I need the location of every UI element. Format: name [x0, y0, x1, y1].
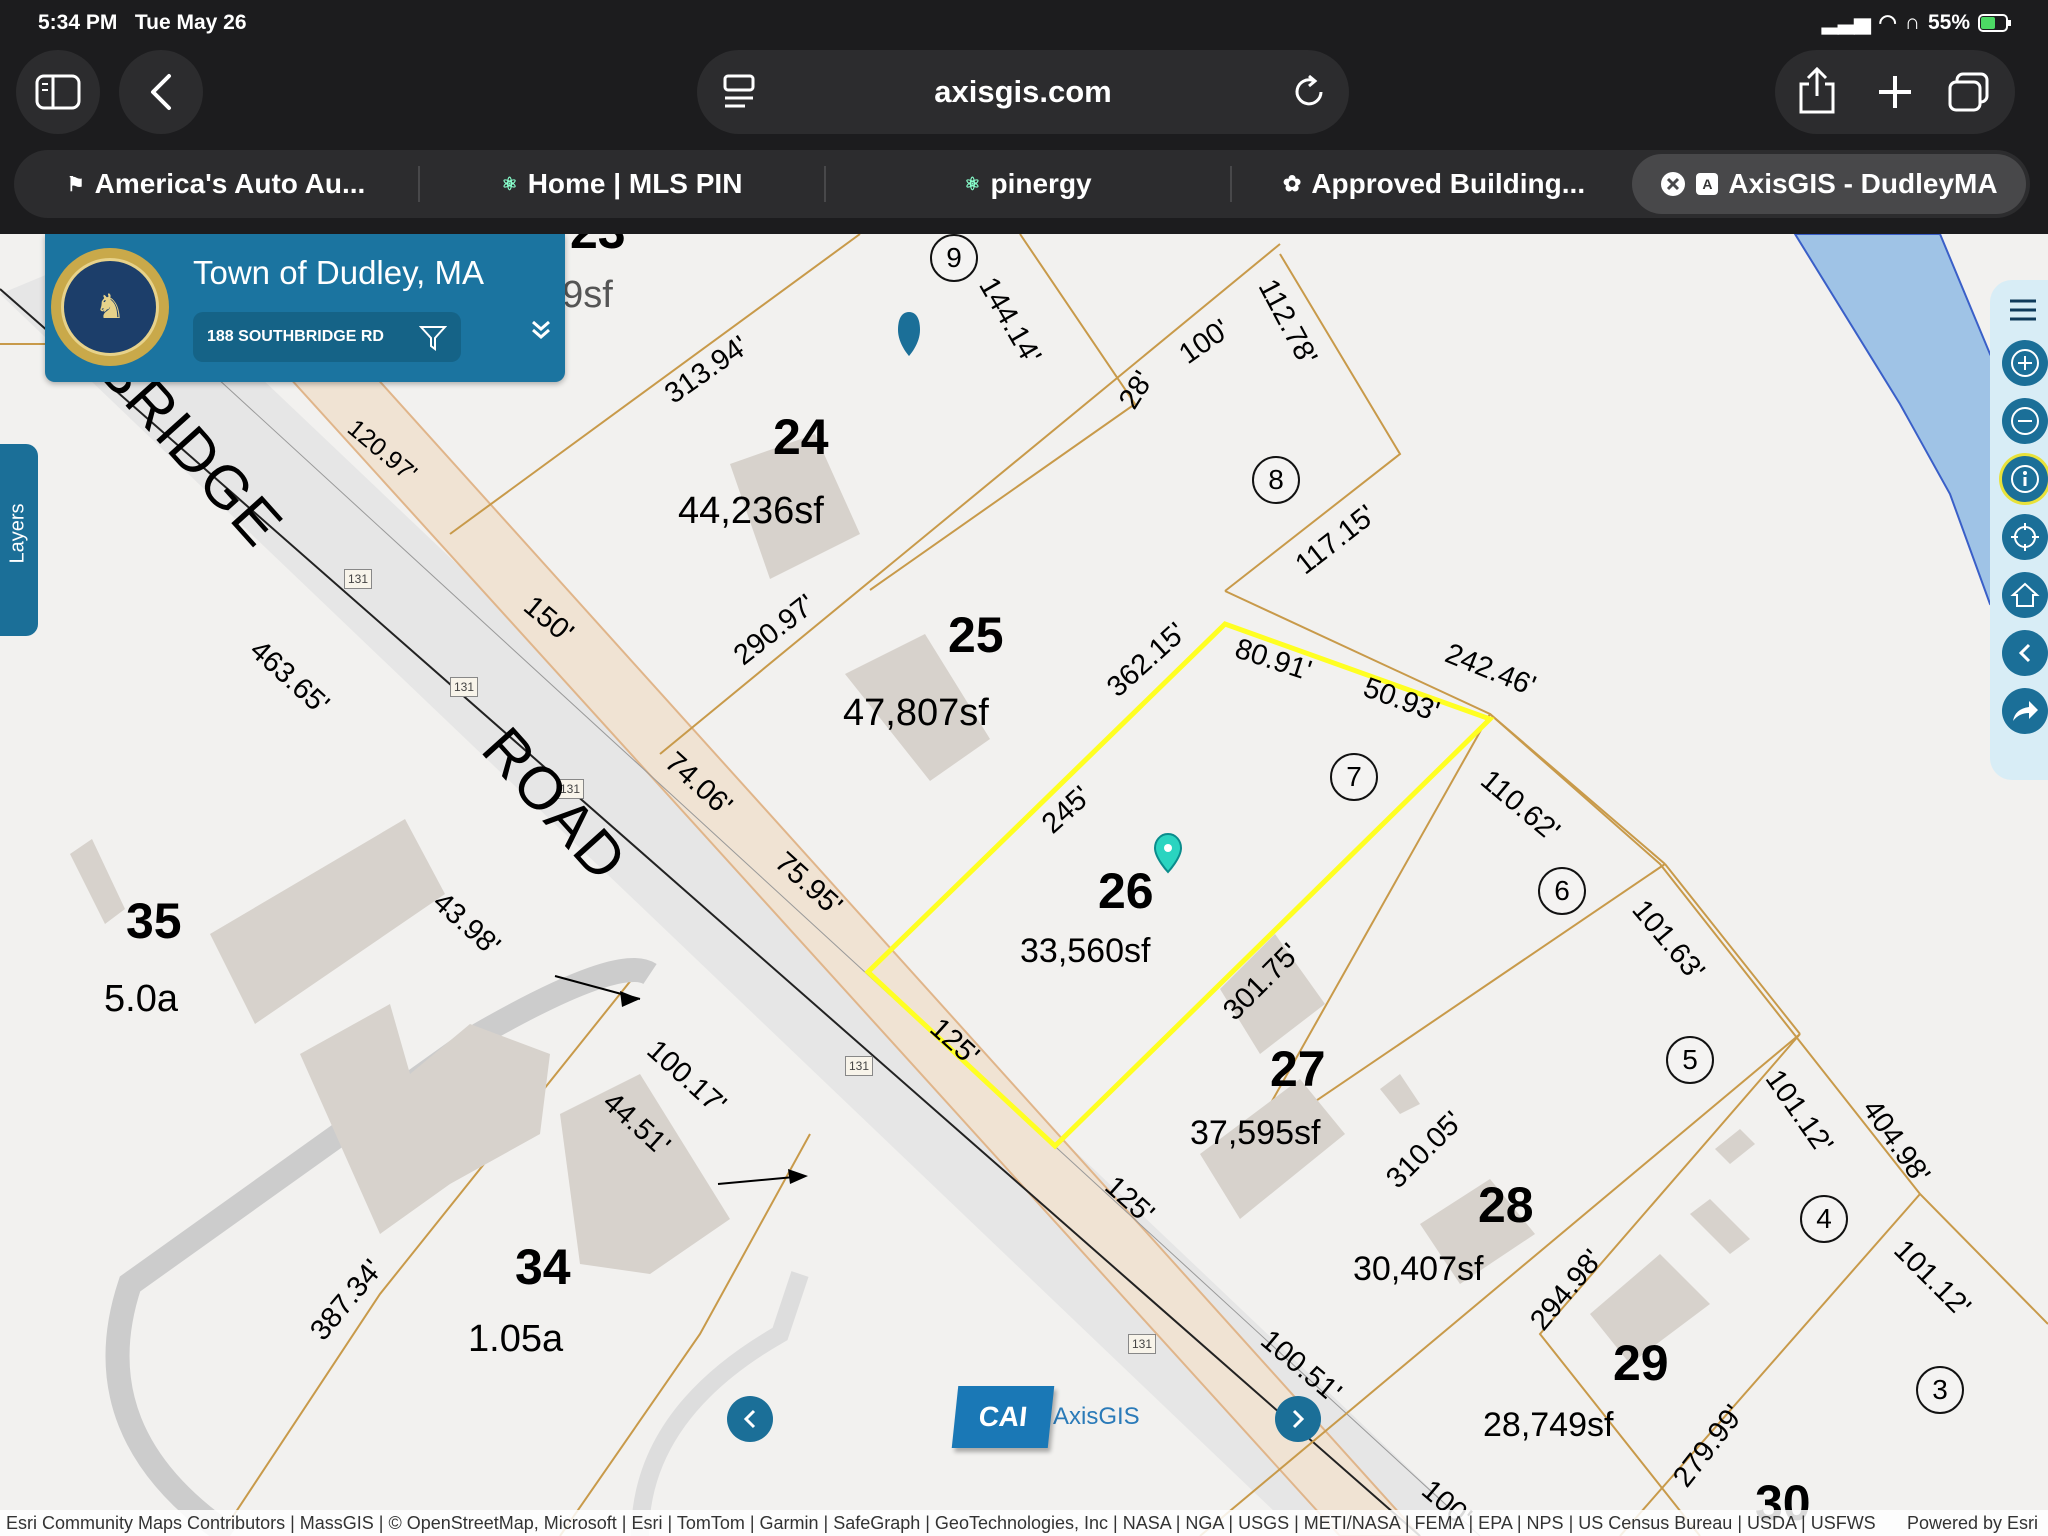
chevron-left-icon: [2018, 643, 2031, 663]
annotation-arrow: [788, 1169, 808, 1184]
address-number: 3: [1916, 1366, 1964, 1414]
filter-icon[interactable]: [419, 324, 447, 352]
route-shield: 131: [344, 569, 372, 589]
identify-button[interactable]: [2002, 456, 2048, 502]
back-button[interactable]: [119, 50, 203, 134]
tab-auto-auction[interactable]: ⚑ America's Auto Au...: [14, 150, 418, 218]
chevron-left-icon: [151, 74, 171, 110]
parcel-area: 37,595sf: [1190, 1114, 1321, 1152]
sidebar-icon: [35, 74, 81, 110]
map-view[interactable]: 131 131 131 131 131 BRIDGE ROAD 23 48,07…: [0, 234, 2048, 1536]
address-number: 6: [1538, 867, 1586, 915]
parcel-number: 29: [1613, 1335, 1669, 1391]
home-button[interactable]: [2002, 572, 2048, 618]
status-bar: 5:34 PM Tue May 26 ▂▃▅ ◠ ∩ 55%: [0, 0, 2048, 46]
parcel-area: 28,749sf: [1483, 1406, 1614, 1444]
share-icon[interactable]: [1797, 66, 1837, 116]
menu-icon[interactable]: [2008, 298, 2038, 322]
url-text: axisgis.com: [934, 74, 1112, 109]
tab-mls-pin[interactable]: ⚛ Home | MLS PIN: [420, 150, 824, 218]
close-tab-icon[interactable]: [1660, 171, 1686, 197]
parcel-number: 27: [1270, 1041, 1326, 1097]
address-number: 7: [1330, 753, 1378, 801]
parcel-number: 28: [1478, 1177, 1534, 1233]
zoom-out-button[interactable]: [2002, 398, 2048, 444]
tab-axisgis[interactable]: A AxisGIS - DudleyMA: [1632, 154, 2026, 214]
address-number: 9: [930, 234, 978, 282]
parcel-area: 47,807sf: [843, 692, 989, 734]
battery-icon: [1978, 13, 2011, 32]
minus-icon: [2011, 407, 2039, 435]
share-arrow-icon: [2013, 701, 2038, 721]
chatgpt-favicon-icon: ✿: [1282, 171, 1302, 196]
address-text: 188 SOUTHBRIDGE RD: [207, 328, 384, 345]
battery-percent: 55%: [1927, 10, 1970, 34]
reload-icon[interactable]: [1291, 74, 1327, 110]
flag-favicon-icon: ⚑: [66, 173, 85, 196]
mls-favicon-icon: ⚛: [501, 173, 518, 194]
location-pin-icon: [1153, 832, 1183, 874]
map-basemap: [0, 234, 2048, 1536]
parcel-number: 24: [773, 409, 829, 465]
share-button[interactable]: [2002, 688, 2048, 734]
new-tab-icon[interactable]: [1877, 74, 1913, 110]
map-tools-panel: [1990, 280, 2048, 780]
route-shield: 131: [1128, 1334, 1156, 1354]
tab-approved-building[interactable]: ✿ Approved Building...: [1232, 150, 1636, 218]
parcel-area: 1.05a: [468, 1318, 564, 1360]
location-pin-icon: [1164, 844, 1172, 852]
mls-favicon-icon: ⚛: [964, 173, 981, 194]
parcel-area: 30,407sf: [1353, 1250, 1484, 1288]
sidebar-toggle-button[interactable]: [16, 50, 100, 134]
town-title: Town of Dudley, MA: [193, 254, 485, 291]
parcel-number: 35: [126, 893, 182, 949]
route-shield: 131: [450, 677, 478, 697]
home-icon: [2010, 582, 2040, 607]
cai-axisgis-logo: CAI AxisGIS: [951, 1386, 1140, 1448]
address-number: 4: [1800, 1195, 1848, 1243]
next-parcel-button[interactable]: [1275, 1396, 1321, 1442]
town-header-card: ♞ Town of Dudley, MA 188 SOUTHBRIDGE RD: [45, 234, 565, 382]
map-marker-icon: [898, 312, 920, 356]
route-shield: 131: [845, 1056, 873, 1076]
tab-pinergy[interactable]: ⚛ pinergy: [826, 150, 1230, 218]
crosshair-icon: [2011, 523, 2039, 551]
layers-tab[interactable]: Layers: [0, 444, 38, 636]
status-indicators: ▂▃▅ ◠ ∩ 55%: [1822, 10, 2012, 35]
annotation-arrow: [620, 991, 640, 1007]
chevron-left-icon: [743, 1409, 756, 1429]
address-search-pill[interactable]: 188 SOUTHBRIDGE RD: [193, 312, 461, 362]
parcel-number: 23: [570, 234, 626, 260]
parcel-area: 5.0a: [104, 978, 178, 1020]
parcel-area: 44,236sf: [678, 490, 824, 532]
browser-toolbar: axisgis.com: [0, 46, 2048, 146]
map-attribution: Esri Community Maps Contributors | MassG…: [0, 1510, 2048, 1536]
address-number: 8: [1252, 456, 1300, 504]
address-number: 5: [1666, 1036, 1714, 1084]
status-time: 5:34 PM Tue May 26: [38, 11, 247, 34]
tab-bar: ⚑ America's Auto Au... ⚛ Home | MLS PIN ⚛ p…: [14, 150, 2030, 218]
axisgis-favicon-icon: A: [1696, 173, 1719, 195]
wifi-icon: ◠: [1878, 11, 1897, 34]
tabs-overview-icon[interactable]: [1947, 72, 1991, 114]
previous-extent-button[interactable]: [2002, 630, 2048, 676]
plus-icon: [2011, 349, 2039, 377]
zoom-in-button[interactable]: [2002, 340, 2048, 386]
signal-icon: ▂▃▅: [1822, 11, 1871, 34]
address-bar[interactable]: axisgis.com: [697, 50, 1349, 134]
toolbar-actions: [1775, 50, 2015, 134]
info-icon: [2011, 465, 2039, 493]
expand-chevron-icon[interactable]: [531, 320, 551, 340]
parcel-area-selected: 33,560sf: [1020, 932, 1151, 970]
town-seal-logo: ♞: [51, 248, 169, 366]
parcel-number: 34: [515, 1239, 571, 1295]
locate-button[interactable]: [2002, 514, 2048, 560]
chevron-right-icon: [1292, 1409, 1305, 1429]
seal-emblem-icon: ♞: [61, 258, 159, 356]
parcel-number: 25: [948, 607, 1004, 663]
parcel-number-selected: 26: [1098, 863, 1154, 919]
driveway: [631, 1271, 809, 1536]
prev-parcel-button[interactable]: [727, 1396, 773, 1442]
headphones-icon: ∩: [1904, 10, 1920, 34]
